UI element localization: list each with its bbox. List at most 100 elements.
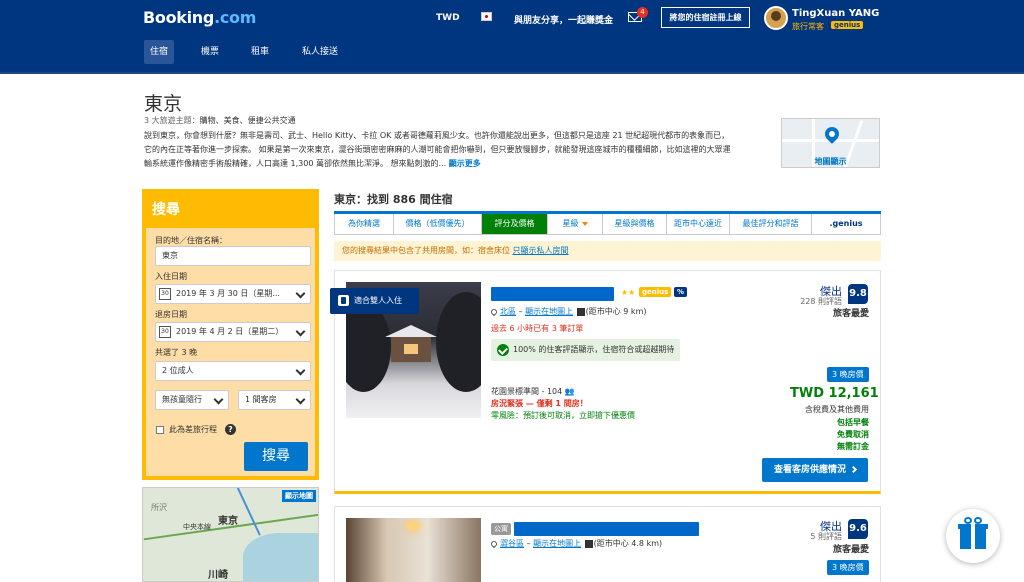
nav-car-rental[interactable]: 租車	[245, 40, 275, 64]
district-link[interactable]: 澀谷區	[500, 539, 524, 548]
genius-badge: genius	[639, 287, 672, 297]
search-form: 目的地／住宿名稱： 東京 入住日期 30 2019 年 3 月 30 日（星期..…	[146, 228, 315, 476]
chevron-right-icon	[849, 465, 858, 474]
sort-tab-stars-price[interactable]: 星級與價格	[603, 214, 667, 235]
perk-no-deposit: 無需訂金	[837, 442, 869, 451]
calendar-icon: 30	[159, 326, 171, 338]
chevron-down-icon	[295, 365, 306, 376]
top-header: Booking.com TWD 與朋友分享，一起賺獎金 4 將您的住宿註冊上線 …	[0, 0, 1024, 74]
bay-water	[243, 533, 318, 581]
search-button[interactable]: 搜尋	[244, 442, 308, 471]
nav-stays[interactable]: 住宿	[144, 40, 175, 64]
share-referral-link[interactable]: 與朋友分享，一起賺獎金	[514, 13, 613, 26]
calendar-icon: 30	[159, 288, 171, 300]
show-on-map-link[interactable]: 顯示在地圖上	[533, 539, 581, 548]
language-flag-icon[interactable]	[481, 12, 492, 21]
genius-badge: genius	[831, 21, 864, 29]
sort-tab-distance[interactable]: 距市中心遠近	[667, 214, 730, 235]
help-icon[interactable]: ?	[225, 424, 236, 435]
location-pin-icon	[489, 307, 499, 316]
gift-widget[interactable]	[946, 509, 1000, 563]
property-name-link[interactable]	[514, 522, 699, 536]
nights-count: 共選了 3 晚	[155, 348, 198, 357]
sort-tab-stars[interactable]: 星級	[548, 214, 603, 235]
nights-price-label: 3 晚房價	[827, 560, 869, 575]
map-place-label: 川崎	[208, 570, 228, 581]
property-location: 北區 – 顯示在地圖上 (距市中心 9 km)	[489, 306, 646, 317]
booking-logo[interactable]: Booking.com	[143, 8, 256, 27]
review-count[interactable]: 5 則評語	[770, 531, 842, 542]
couples-ribbon: 適合雙人入住	[330, 288, 419, 314]
sort-tab-best-reviewed[interactable]: 最佳評分和評語	[730, 214, 812, 235]
user-name[interactable]: TingXuan YANG	[792, 8, 879, 19]
checkin-date-field[interactable]: 30 2019 年 3 月 30 日（星期...	[155, 284, 311, 304]
map-place-label: 東京	[218, 516, 238, 527]
sort-bar: 為你精選 價格（低價優先） 評分及價格 星級 星級與價格 距市中心遠近 最佳評分…	[334, 211, 881, 235]
chevron-down-icon	[213, 394, 224, 405]
room-type: 花園景標準間 - 104 👥	[491, 387, 575, 396]
destination-input[interactable]: 東京	[155, 246, 311, 266]
center-distance-icon	[576, 307, 585, 316]
search-panel-title: 搜尋	[142, 189, 319, 229]
destination-description: 說到東京，你會想到什麼？無非是壽司、武士、Hello Kitty、卡拉 OK 或…	[144, 131, 731, 168]
children-select[interactable]: 無孩童隨行	[155, 390, 229, 410]
dropdown-arrow-icon	[581, 221, 588, 226]
chevron-down-icon	[295, 394, 306, 405]
map-place-label: 所沢	[151, 503, 167, 512]
destination-label: 目的地／住宿名稱：	[155, 236, 227, 245]
discount-badge: %	[674, 287, 688, 297]
nights-price-label: 3 晚房價	[827, 367, 869, 382]
themes-line: 3 大旅遊主題：購物、美食、便捷公共交通	[144, 116, 296, 125]
scarcity-warning: 房況緊張 — 僅剩 1 間房！	[491, 399, 588, 408]
shared-room-notice: 您的搜尋結果中包含了共用房間，如：宿舍床位 只顯示私人房間	[334, 241, 881, 261]
see-availability-button[interactable]: 查看客房供應情況	[762, 458, 868, 482]
sort-tab-price[interactable]: 價格（低價優先）	[394, 214, 482, 235]
list-property-button[interactable]: 將您的住宿註冊上線	[661, 7, 750, 28]
district-link[interactable]: 北區	[500, 307, 516, 316]
tax-note: 含稅費及其他費用	[805, 405, 869, 414]
guest-approval: 100% 的住客評語顯示，住宿符合或超越期待	[491, 339, 681, 361]
gift-ribbon	[971, 524, 975, 549]
show-on-map-link[interactable]: 顯示在地圖上	[525, 307, 573, 316]
property-name-link[interactable]	[491, 287, 614, 301]
area-map[interactable]: 所沢 東京 中央本線 川崎 顯示地圖	[142, 487, 319, 582]
checkin-label: 入住日期	[155, 272, 187, 281]
show-map-button[interactable]: 顯示地圖	[282, 490, 316, 502]
nav-flights[interactable]: 機票	[195, 40, 225, 64]
business-trip-label: 此為差旅行程	[169, 425, 217, 434]
chevron-down-icon	[295, 326, 306, 337]
search-panel: 搜尋 目的地／住宿名稱： 東京 入住日期 30 2019 年 3 月 30 日（星…	[142, 189, 319, 480]
sort-tab-score-price[interactable]: 評分及價格	[482, 214, 548, 235]
page-title: 東京	[144, 93, 183, 115]
sort-tab-genius[interactable]: .genius	[812, 214, 881, 235]
map-place-label: 中央本線	[183, 523, 211, 531]
adults-select[interactable]: 2 位成人	[155, 361, 311, 381]
guest-favorite: 旅客最愛	[832, 309, 869, 319]
review-score[interactable]: 9.8	[848, 284, 868, 304]
property-location: 澀谷區 – 顯示在地圖上 (距市中心 4.8 km)	[489, 538, 662, 549]
business-trip-checkbox[interactable]	[156, 426, 164, 434]
perk-free-cancel: 免費取消	[837, 430, 869, 439]
private-rooms-link[interactable]: 只顯示私人房間	[513, 246, 569, 255]
price: TWD 12,161	[790, 386, 879, 401]
couple-icon	[338, 295, 349, 306]
gift-icon	[964, 517, 972, 524]
lamp	[406, 521, 420, 531]
recent-bookings: 過去 6 小時已有 3 筆訂單	[491, 324, 584, 333]
map-thumbnail[interactable]: 地圖顯示	[781, 118, 880, 168]
review-score[interactable]: 9.6	[848, 519, 868, 539]
read-more-link[interactable]: 顯示更多	[449, 159, 481, 168]
star-rating: ★★	[621, 288, 636, 297]
checkout-date-field[interactable]: 30 2019 年 4 月 2 日（星期二）	[155, 322, 311, 342]
property-photo[interactable]	[346, 518, 481, 582]
user-avatar[interactable]	[764, 6, 788, 30]
guest-favorite: 旅客最愛	[832, 545, 869, 555]
rooms-select[interactable]: 1 間客房	[238, 390, 311, 410]
currency-selector[interactable]: TWD	[436, 13, 460, 23]
nav-airport-taxi[interactable]: 私人接送	[296, 40, 344, 64]
map-show-label[interactable]: 地圖顯示	[782, 156, 879, 167]
sort-tab-recommended[interactable]: 為你精選	[334, 214, 394, 235]
checkout-label: 退房日期	[155, 310, 187, 319]
chevron-down-icon	[295, 288, 306, 299]
center-distance-icon	[584, 539, 593, 548]
